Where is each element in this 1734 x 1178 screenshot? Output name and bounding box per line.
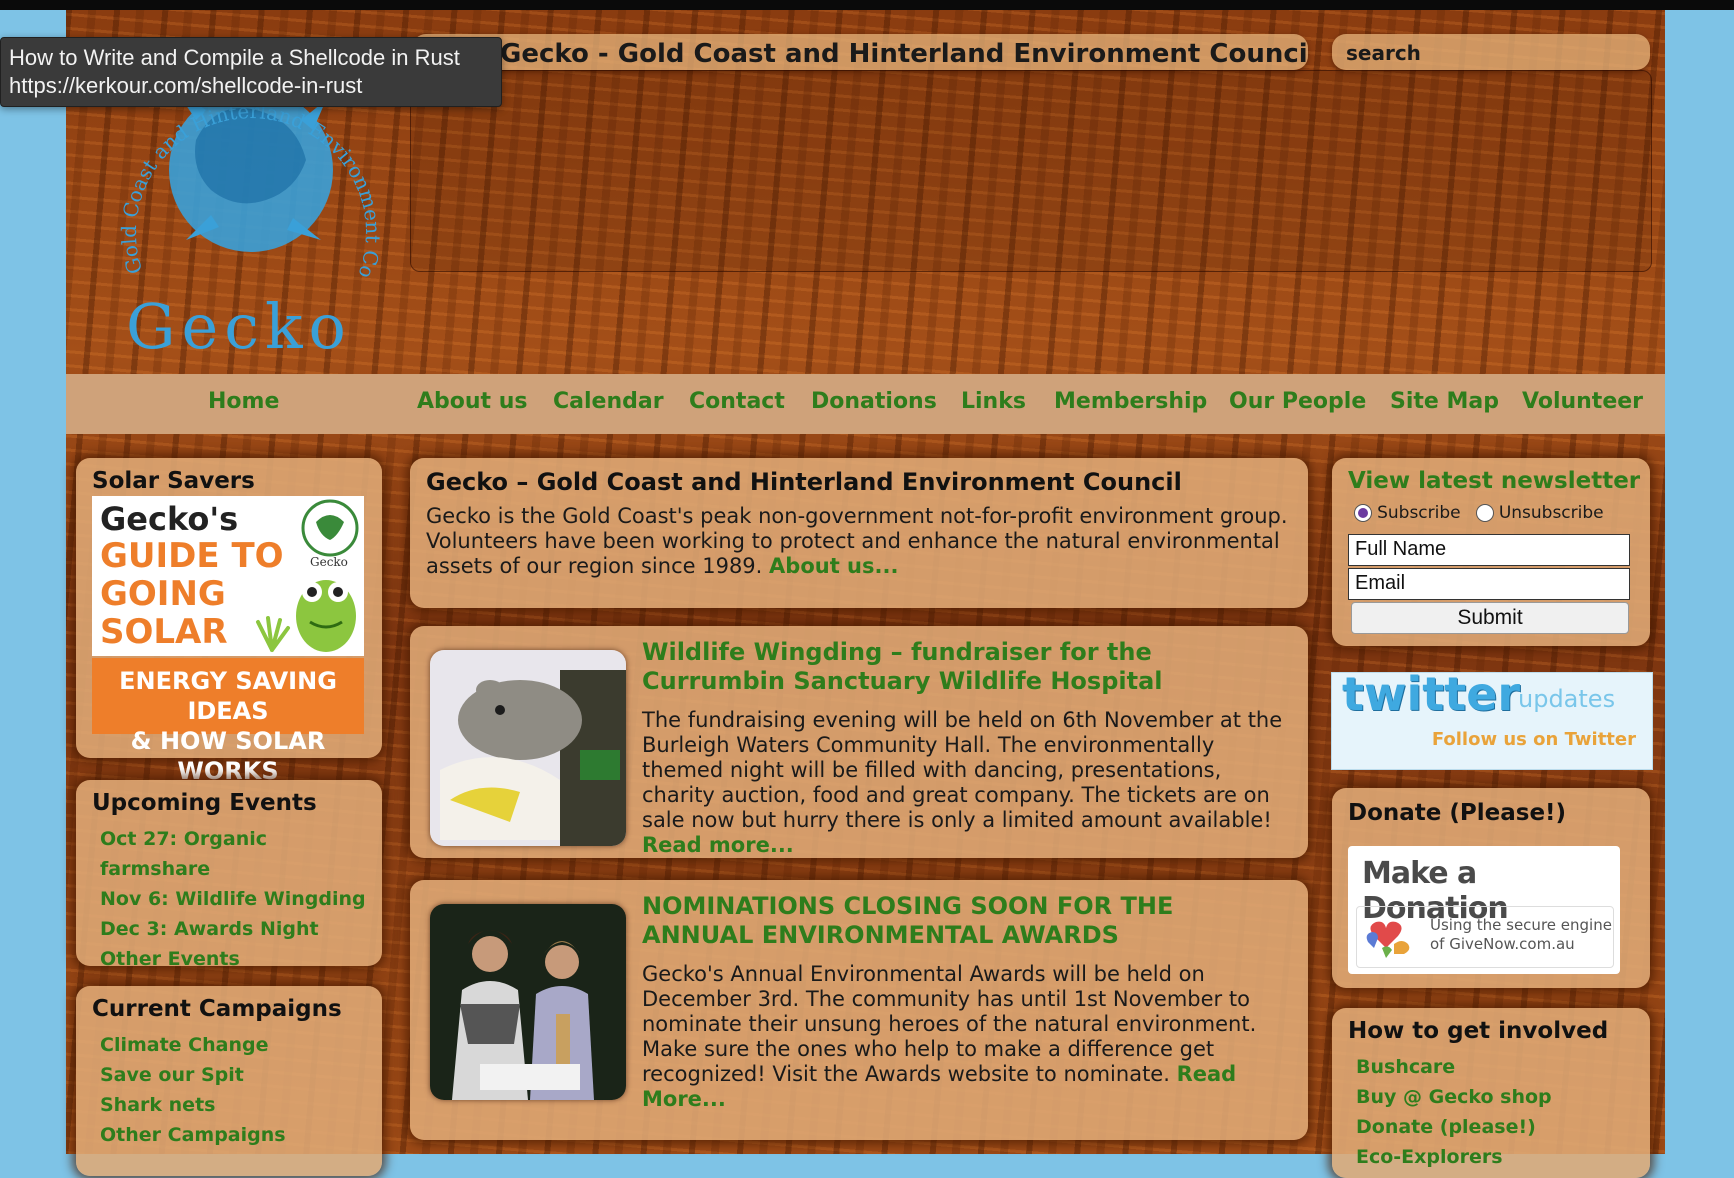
post-text: The fundraising evening will be held on … [642,708,1283,832]
event-link[interactable]: Oct 27: Organic farmshare [100,824,382,884]
solar-ad-top: Gecko's GUIDE TO GOING SOLAR Gecko [92,496,364,656]
nav-calendar[interactable]: Calendar [553,389,664,414]
post-title[interactable]: Wildlife Wingding – fundraiser for the C… [642,638,1282,696]
logo-word: Gecko [126,290,352,363]
nav-about-us[interactable]: About us [417,389,527,414]
post-body: The fundraising evening will be held on … [642,708,1292,858]
news-post: Wildlife Wingding – fundraiser for the C… [410,626,1308,858]
newsletter-title[interactable]: View latest newsletter [1348,468,1640,494]
subscribe-radio[interactable] [1354,503,1372,522]
link-tooltip: How to Write and Compile a Shellcode in … [0,37,502,107]
donation-badge-sub2: of GiveNow.com.au [1430,935,1575,953]
nav-site-map[interactable]: Site Map [1390,389,1499,414]
donation-badge-sub1: Using the secure engine [1430,916,1612,934]
nav-contact[interactable]: Contact [689,389,785,414]
solar-ad-line4: SOLAR [100,612,228,652]
email-field[interactable]: Email [1348,568,1630,600]
header-banner [410,70,1652,272]
donation-badge-sub: Using the secure engine of GiveNow.com.a… [1430,916,1612,954]
post-text: Gecko's Annual Environmental Awards will… [642,962,1257,1086]
post-body: Gecko's Annual Environmental Awards will… [642,962,1282,1112]
event-link[interactable]: Dec 3: Awards Night [100,914,382,944]
possum-image [430,650,626,846]
intro-title: Gecko – Gold Coast and Hinterland Enviro… [426,468,1182,496]
other-campaigns-link[interactable]: Other Campaigns [100,1120,286,1150]
involved-link[interactable]: Eco-Explorers [1356,1142,1552,1172]
main-nav: Home About us Calendar Contact Donations… [66,374,1665,434]
campaign-link[interactable]: Shark nets [100,1090,286,1120]
donate-title: Donate (Please!) [1348,800,1567,826]
sun-rays-icon [256,616,290,652]
involved-link[interactable]: Bushcare [1356,1052,1552,1082]
submit-button[interactable]: Submit [1351,602,1629,634]
solar-savers-panel: Solar Savers Gecko's GUIDE TO GOING SOLA… [76,458,382,785]
possum-photo[interactable] [430,650,626,846]
nav-volunteer[interactable]: Volunteer [1522,389,1643,414]
subscribe-options: Subscribe Unsubscribe [1354,502,1614,523]
search-input[interactable]: search [1332,34,1650,70]
nav-membership[interactable]: Membership [1054,389,1207,414]
browser-top-edge [0,0,1734,10]
page-container: Gold Coast and Hinterland Environment Co… [66,10,1665,1178]
other-events-link[interactable]: Other Events [100,944,382,974]
solar-ad-line2: GUIDE TO [100,536,284,576]
twitter-updates: updates [1518,685,1616,713]
make-donation-badge[interactable]: Make a Donation Using the secure engine … [1348,846,1620,974]
solar-ad-line1: Gecko's [100,500,239,538]
unsubscribe-radio[interactable] [1475,503,1494,522]
about-us-link[interactable]: About us... [769,554,898,578]
solar-ad-line3: GOING [100,574,226,614]
tooltip-title: How to Write and Compile a Shellcode in … [9,45,460,70]
campaign-link[interactable]: Save our Spit [100,1060,286,1090]
givenow-hearts-icon [1366,921,1410,958]
follow-twitter-link[interactable]: Follow us on Twitter [1432,729,1636,750]
awards-image [430,904,626,1100]
site-title-bar: Gecko - Gold Coast and Hinterland Enviro… [412,34,1308,70]
get-involved-panel: How to get involved Bushcare Buy @ Gecko… [1332,1008,1650,1178]
post-title[interactable]: NOMINATIONS CLOSING SOON FOR THE ANNUAL … [642,892,1282,950]
site-title: Gecko - Gold Coast and Hinterland Enviro… [500,39,1308,69]
campaign-link[interactable]: Climate Change [100,1030,286,1060]
solar-savers-title: Solar Savers [92,468,255,494]
solar-ad-bottom: ENERGY SAVING IDEAS & HOW SOLAR WORKS [92,658,364,785]
awards-photo[interactable] [430,904,626,1100]
solar-guide-ad[interactable]: Gecko's GUIDE TO GOING SOLAR Gecko ENERG… [92,496,364,785]
read-more-link[interactable]: Read more... [642,833,794,857]
event-link[interactable]: Nov 6: Wildlife Wingding [100,884,382,914]
nav-our-people[interactable]: Our People [1229,389,1366,414]
twitter-widget[interactable]: twitter updates Follow us on Twitter [1331,667,1653,770]
get-involved-title: How to get involved [1348,1018,1609,1044]
newsletter-panel: View latest newsletter Subscribe Unsubsc… [1332,458,1650,646]
current-campaigns-panel: Current Campaigns Climate Change Save ou… [76,986,382,1176]
involved-link[interactable]: Donate (please!) [1356,1112,1552,1142]
twitter-logo: twitter [1342,667,1521,721]
subscribe-label: Subscribe [1377,502,1461,523]
intro-panel: Gecko – Gold Coast and Hinterland Enviro… [410,458,1308,608]
solar-ad-badge: Gecko [310,555,348,569]
nav-donations[interactable]: Donations [811,389,937,414]
news-post: NOMINATIONS CLOSING SOON FOR THE ANNUAL … [410,880,1308,1140]
tooltip-url: https://kerkour.com/shellcode-in-rust [9,73,363,98]
intro-text: Gecko is the Gold Coast's peak non-gover… [426,504,1296,579]
nav-links[interactable]: Links [961,389,1026,414]
unsubscribe-label: Unsubscribe [1498,502,1604,523]
nav-home[interactable]: Home [208,389,279,414]
solar-ad-bottom1: ENERGY SAVING IDEAS [119,667,337,725]
full-name-field[interactable]: Full Name [1348,534,1630,566]
upcoming-events-title: Upcoming Events [92,790,317,816]
gecko-mascot-icon: Gecko [296,499,359,652]
upcoming-events-panel: Upcoming Events Oct 27: Organic farmshar… [76,780,382,970]
current-campaigns-title: Current Campaigns [92,996,342,1022]
donate-panel: Donate (Please!) Make a Donation Using t… [1332,788,1650,988]
solar-ad-bottom2: & HOW SOLAR WORKS [130,727,326,785]
involved-link[interactable]: Buy @ Gecko shop [1356,1082,1552,1112]
